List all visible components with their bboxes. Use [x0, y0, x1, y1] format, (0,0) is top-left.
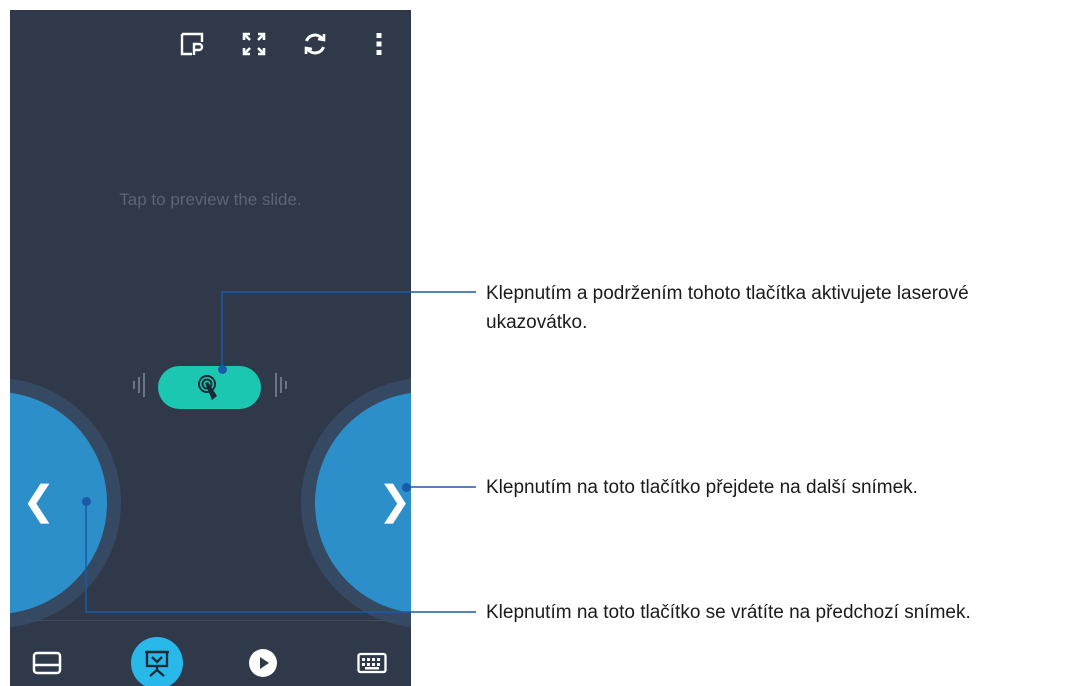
prev-callout-dot [82, 497, 91, 506]
prev-callout-text: Klepnutím na toto tlačítko se vrátíte na… [486, 602, 971, 623]
laser-callout-text: Klepnutím a podržením tohoto tlačítka ak… [486, 283, 969, 333]
next-callout-dot [402, 483, 411, 492]
next-callout-text: Klepnutím na toto tlačítko přejdete na d… [486, 477, 918, 498]
callout-lines [85, 291, 476, 613]
laser-callout-dot [218, 365, 227, 374]
